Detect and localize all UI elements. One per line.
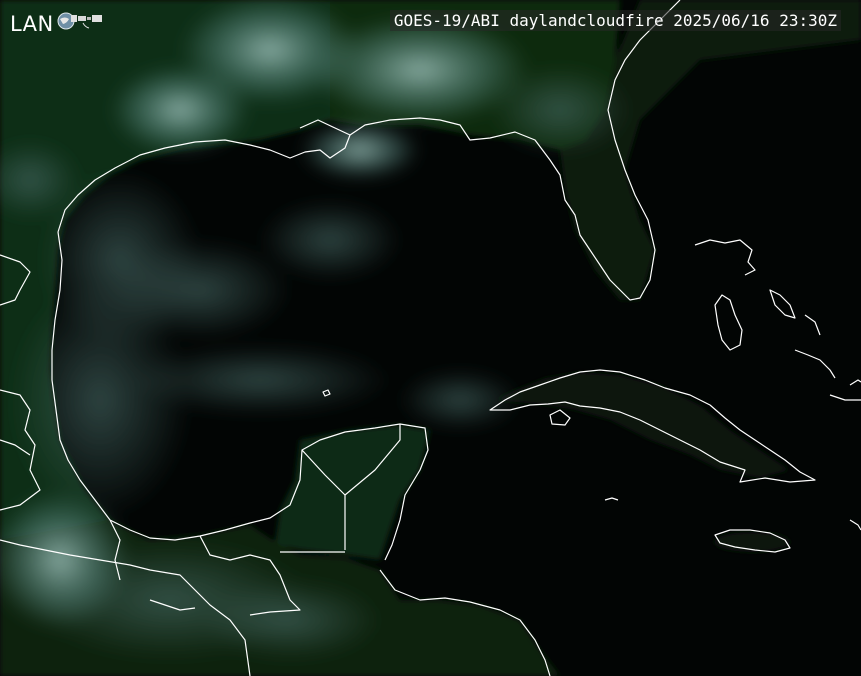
image-caption: GOES-19/ABI daylandcloudfire 2025/06/16 … <box>389 10 841 31</box>
lan-logo: LAN <box>10 10 103 37</box>
satellite-image <box>0 0 861 676</box>
caption-time: 23:30Z <box>779 11 837 30</box>
globe-satellite-icon <box>57 10 103 37</box>
caption-date: 2025/06/16 <box>673 11 770 30</box>
logo-text: LAN <box>10 11 54 36</box>
satellite-image-viewer: LAN GOES-19/ABI daylandcloudfire 2025/06… <box>0 0 861 676</box>
caption-name: daylandcloudfire <box>509 11 664 30</box>
caption-product: GOES-19/ABI <box>393 11 500 30</box>
